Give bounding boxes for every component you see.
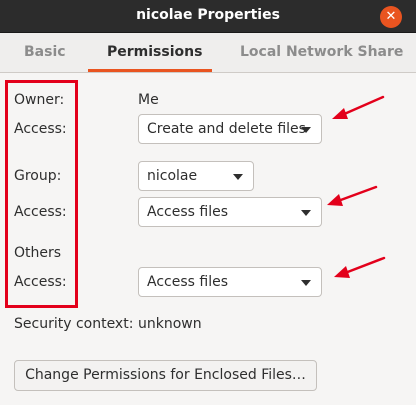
group-dropdown[interactable]: nicolae	[138, 161, 254, 191]
active-tab-indicator	[88, 69, 212, 72]
close-icon: ✕	[385, 9, 397, 24]
annotation-arrowhead-owner	[332, 108, 348, 119]
chevron-down-icon	[301, 210, 311, 216]
annotation-arrowhead-group	[327, 194, 343, 206]
security-context-label: Security context:	[14, 316, 134, 332]
group-access-dropdown[interactable]: Access files	[138, 197, 322, 227]
chevron-down-icon	[301, 127, 311, 133]
others-access-dropdown[interactable]: Access files	[138, 267, 322, 297]
annotation-arrow-owner	[340, 95, 385, 117]
owner-value: Me	[138, 92, 159, 108]
others-access-value: Access files	[147, 274, 228, 290]
tab-permissions[interactable]: Permissions	[107, 44, 202, 60]
security-context-value: unknown	[138, 316, 202, 332]
annotation-arrow-group	[336, 185, 378, 203]
annotation-highlight-box	[5, 80, 78, 308]
annotation-arrowhead-others	[334, 266, 350, 278]
owner-access-value: Create and delete files	[147, 121, 306, 137]
tab-bar: Basic Permissions Local Network Share	[0, 33, 416, 73]
chevron-down-icon	[301, 280, 311, 286]
tab-basic[interactable]: Basic	[24, 44, 66, 60]
tab-local-network-share[interactable]: Local Network Share	[240, 44, 403, 60]
annotation-arrow-others	[343, 256, 386, 275]
group-access-value: Access files	[147, 204, 228, 220]
owner-access-dropdown[interactable]: Create and delete files	[138, 114, 322, 144]
close-button[interactable]: ✕	[380, 6, 402, 28]
title-bar: nicolae Properties ✕	[0, 0, 416, 33]
group-value: nicolae	[147, 168, 198, 184]
chevron-down-icon	[233, 174, 243, 180]
change-enclosed-permissions-button[interactable]: Change Permissions for Enclosed Files…	[14, 360, 317, 391]
window-title: nicolae Properties	[136, 7, 280, 23]
